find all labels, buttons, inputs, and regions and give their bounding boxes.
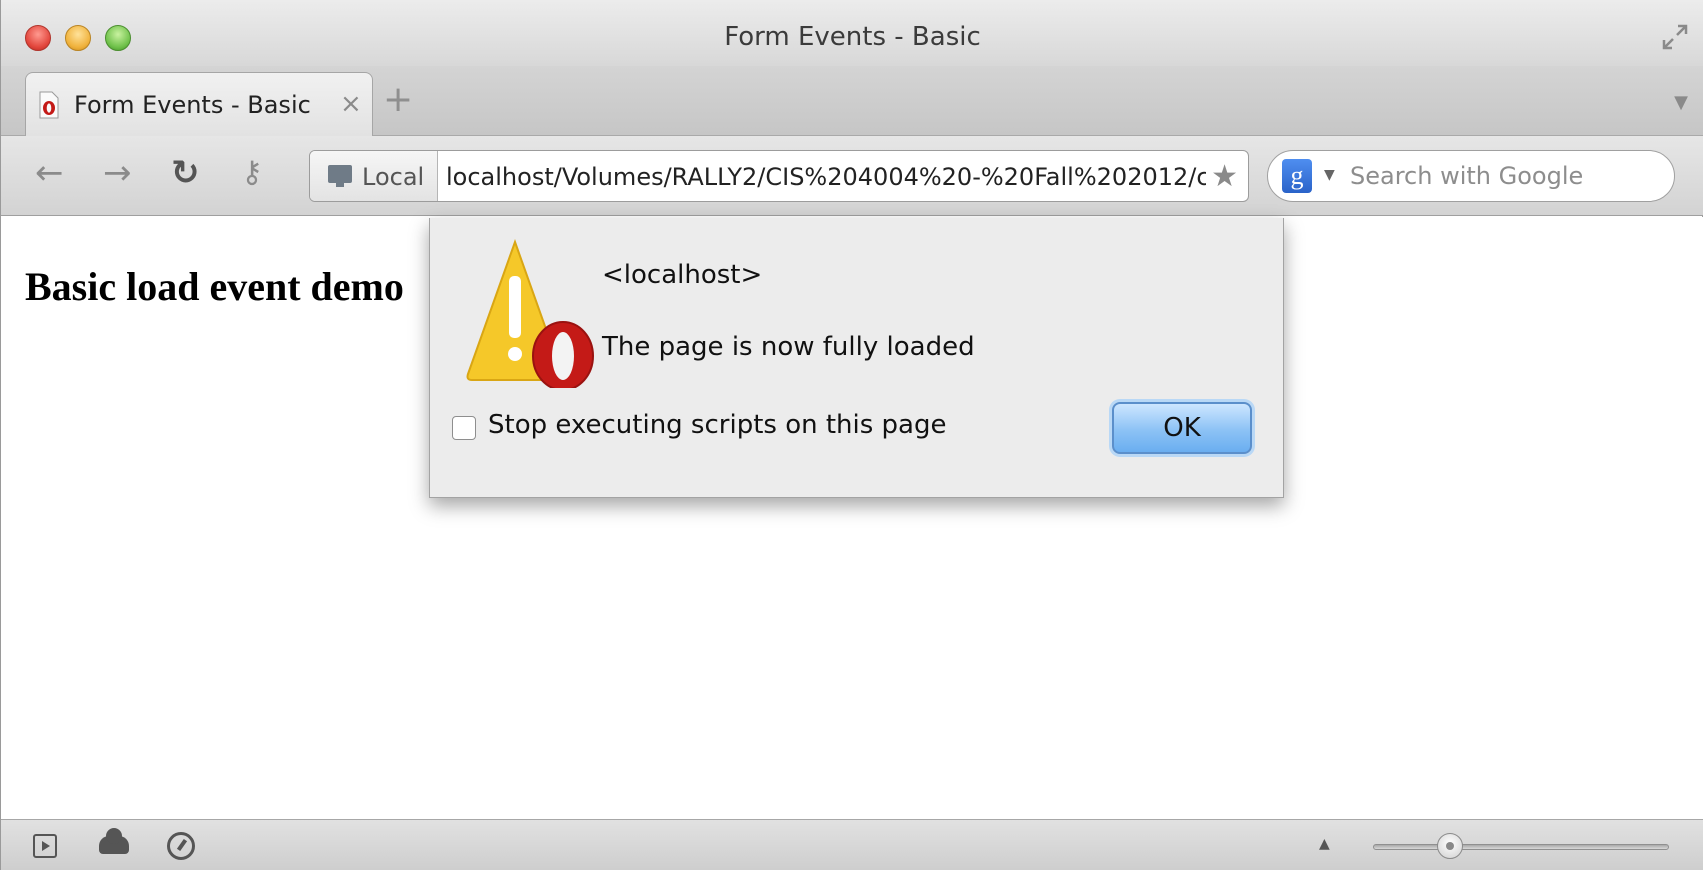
- opera-unite-cloud-icon[interactable]: [99, 828, 129, 854]
- url-input[interactable]: localhost/Volumes/RALLY2/CIS%204004%20-%…: [446, 163, 1206, 191]
- opera-page-favicon-icon: [39, 91, 59, 119]
- dialog-message-text: The page is now fully loaded: [602, 332, 975, 362]
- opera-logo-icon: [532, 321, 594, 388]
- warning-icon: [466, 239, 594, 388]
- search-input[interactable]: [1350, 159, 1660, 193]
- new-tab-icon[interactable]: +: [383, 82, 413, 118]
- google-engine-icon[interactable]: g: [1282, 159, 1312, 193]
- navigation-toolbar: ← → ↻ ⚷ Local localhost/Volumes/RALLY2/C…: [1, 136, 1703, 216]
- window-title: Form Events - Basic: [724, 22, 981, 52]
- dialog-origin-text: <localhost>: [602, 260, 763, 290]
- panel-toggle-icon[interactable]: [33, 834, 57, 858]
- local-site-badge[interactable]: Local: [310, 151, 438, 201]
- search-bar[interactable]: g ▼: [1267, 150, 1675, 202]
- zoom-slider-track[interactable]: [1373, 844, 1669, 850]
- bookmark-star-icon[interactable]: ★: [1211, 159, 1238, 194]
- tab-list-chevron-icon[interactable]: ▼: [1674, 92, 1688, 113]
- tab-form-events-basic[interactable]: Form Events - Basic ×: [25, 72, 373, 136]
- back-arrow-icon[interactable]: ←: [35, 156, 64, 190]
- fullscreen-icon[interactable]: [1660, 22, 1692, 54]
- status-bar: ▲: [1, 819, 1703, 870]
- turbo-speedometer-icon[interactable]: [167, 832, 195, 860]
- zoom-slider-thumb[interactable]: [1436, 833, 1463, 859]
- zoom-menu-up-icon[interactable]: ▲: [1319, 836, 1330, 852]
- local-badge-label: Local: [362, 163, 425, 191]
- wand-key-icon[interactable]: ⚷: [241, 158, 263, 188]
- title-bar: Form Events - Basic: [1, 0, 1703, 72]
- address-bar[interactable]: Local localhost/Volumes/RALLY2/CIS%20400…: [309, 150, 1249, 202]
- ok-button[interactable]: OK: [1112, 402, 1252, 454]
- alert-dialog: <localhost> The page is now fully loaded…: [429, 218, 1284, 498]
- tab-close-icon[interactable]: ×: [340, 89, 362, 119]
- browser-window: Form Events - Basic Form Events - Basic …: [0, 0, 1703, 870]
- tab-title: Form Events - Basic: [74, 91, 311, 119]
- search-engine-dropdown-icon[interactable]: ▼: [1324, 167, 1335, 183]
- page-heading: Basic load event demo: [25, 264, 404, 309]
- fullscreen-arrows-icon: [1662, 24, 1688, 50]
- monitor-icon: [328, 165, 352, 187]
- stop-scripts-checkbox[interactable]: [452, 416, 476, 440]
- forward-arrow-icon[interactable]: →: [103, 156, 132, 190]
- tab-strip: Form Events - Basic × + ▼: [1, 66, 1703, 136]
- reload-icon[interactable]: ↻: [171, 156, 200, 190]
- stop-scripts-label[interactable]: Stop executing scripts on this page: [488, 410, 947, 440]
